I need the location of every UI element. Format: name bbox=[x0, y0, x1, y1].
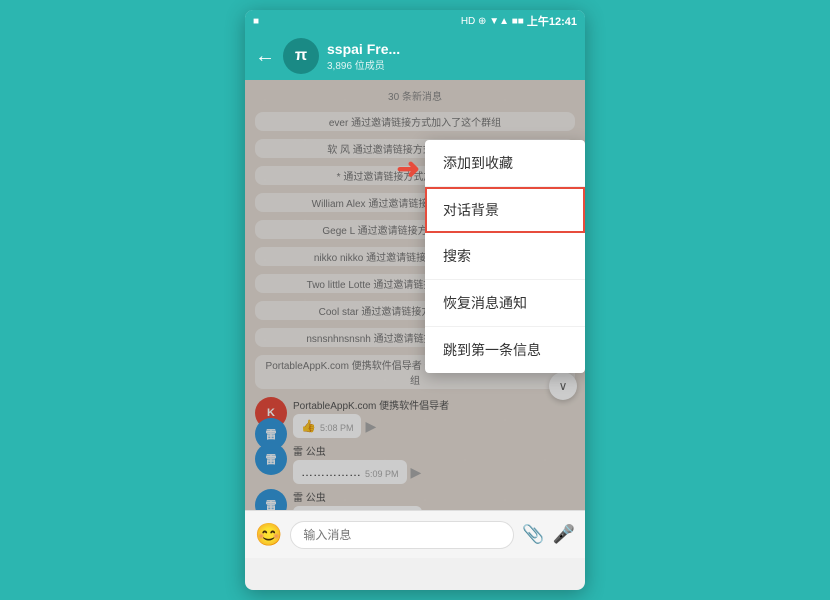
menu-restore-notifications[interactable]: 恢复消息通知 bbox=[425, 280, 585, 327]
message-input[interactable] bbox=[290, 521, 514, 549]
avatar-icon: π bbox=[295, 47, 307, 65]
member-count: 3,896 位成员 bbox=[327, 57, 575, 72]
input-bar: 😊 📎 🎤 bbox=[245, 510, 585, 558]
menu-add-favorites[interactable]: 添加到收藏 bbox=[425, 140, 585, 187]
group-avatar: π bbox=[283, 38, 319, 74]
chat-area: 30 条新消息 ever 通过邀请链接方式加入了这个群组 软 风 通过邀请链接方… bbox=[245, 80, 585, 510]
phone-frame: ■ HD ⊕ ▼▲ ■■ 上午12:41 ← π sspai Fre... 3,… bbox=[245, 10, 585, 590]
status-icon: ■ bbox=[253, 16, 259, 27]
emoji-button[interactable]: 😊 bbox=[255, 522, 282, 548]
status-bar: ■ HD ⊕ ▼▲ ■■ 上午12:41 bbox=[245, 10, 585, 32]
header-info: sspai Fre... 3,896 位成员 bbox=[327, 41, 575, 72]
red-arrow-indicator: ➜ bbox=[397, 152, 420, 185]
status-right: HD ⊕ ▼▲ ■■ 上午12:41 bbox=[461, 13, 577, 29]
menu-search[interactable]: 搜索 bbox=[425, 233, 585, 280]
group-name: sspai Fre... bbox=[327, 41, 575, 57]
context-menu: 添加到收藏 对话背景 搜索 恢复消息通知 跳到第一条信息 bbox=[425, 140, 585, 373]
status-network: HD ⊕ ▼▲ ■■ bbox=[461, 16, 524, 27]
menu-jump-first[interactable]: 跳到第一条信息 bbox=[425, 327, 585, 373]
chat-header: ← π sspai Fre... 3,896 位成员 bbox=[245, 32, 585, 80]
menu-chat-background[interactable]: 对话背景 bbox=[425, 187, 585, 233]
attach-button[interactable]: 📎 bbox=[522, 524, 544, 545]
status-time: 上午12:41 bbox=[527, 13, 577, 29]
back-button[interactable]: ← bbox=[255, 45, 275, 68]
status-left: ■ bbox=[253, 16, 259, 27]
mic-button[interactable]: 🎤 bbox=[553, 524, 575, 545]
